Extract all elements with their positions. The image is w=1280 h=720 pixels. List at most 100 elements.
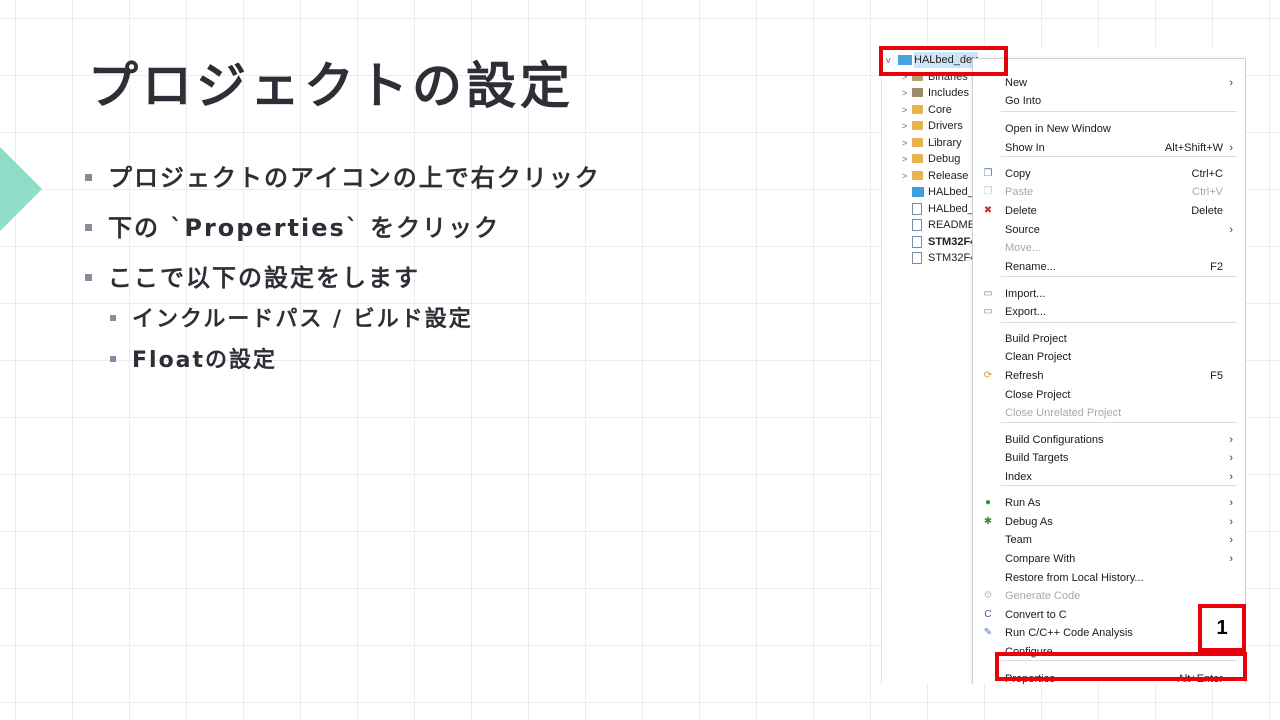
menu-item-generate-code[interactable]: ⚙ Generate Code bbox=[973, 587, 1245, 605]
sub-bullet-2: Floatの設定 bbox=[110, 342, 277, 374]
menu-item-copy[interactable]: ❐ Copy Ctrl+C bbox=[973, 165, 1245, 183]
menu-item-label: Paste bbox=[1005, 186, 1034, 198]
project-highlight-box bbox=[879, 46, 1008, 76]
paste-icon: ❐ bbox=[983, 186, 993, 197]
eclipse-screenshot: v HALbed_dev > Binaries > Includes > Core >… bbox=[881, 48, 1246, 684]
menu-separator bbox=[1001, 485, 1237, 486]
menu-item-build-configurations[interactable]: Build Configurations › bbox=[973, 431, 1245, 449]
menu-item-import[interactable]: ▭ Import... bbox=[973, 285, 1245, 303]
menu-item-label: Source bbox=[1005, 224, 1040, 236]
menu-item-debug-as[interactable]: ✱ Debug As › bbox=[973, 513, 1245, 531]
chevron-right-icon: › bbox=[1229, 142, 1233, 154]
chevron-right-icon: › bbox=[1229, 553, 1233, 565]
bullet-2: 下の `Properties` をクリック bbox=[85, 208, 500, 243]
menu-item-close-project[interactable]: Close Project bbox=[973, 386, 1245, 404]
menu-item-label: Build Targets bbox=[1005, 452, 1069, 464]
chevron-right-icon: › bbox=[1229, 471, 1233, 483]
bullet-3: ここで以下の設定をします bbox=[85, 258, 420, 293]
chevron-right-icon: › bbox=[1229, 452, 1233, 464]
menu-item-refresh[interactable]: ⟳ Refresh F5 bbox=[973, 367, 1245, 385]
menu-separator bbox=[1001, 156, 1237, 157]
menu-item-label: Team bbox=[1005, 534, 1032, 546]
menu-item-label: Go Into bbox=[1005, 95, 1042, 107]
menu-item-delete[interactable]: ✖ Delete Delete bbox=[973, 202, 1245, 220]
menu-item-label: Move... bbox=[1005, 242, 1042, 254]
slide-title: プロジェクトの設定 bbox=[88, 57, 574, 115]
menu-item-build-project[interactable]: Build Project bbox=[973, 330, 1245, 348]
menu-item-index[interactable]: Index › bbox=[973, 468, 1245, 486]
menu-item-label: Import... bbox=[1005, 288, 1046, 300]
menu-item-paste[interactable]: ❐ Paste Ctrl+V bbox=[973, 183, 1245, 201]
includes-icon bbox=[912, 88, 923, 97]
menu-item-team[interactable]: Team › bbox=[973, 531, 1245, 549]
menu-item-build-targets[interactable]: Build Targets › bbox=[973, 449, 1245, 467]
menu-item-label: Index bbox=[1005, 471, 1032, 483]
menu-item-shortcut: Ctrl+V bbox=[1192, 186, 1223, 198]
context-menu: New › Go Into Open in New Window Show In Alt+… bbox=[972, 58, 1246, 684]
mx-file-icon bbox=[912, 187, 924, 197]
menu-item-rename[interactable]: Rename... F2 bbox=[973, 258, 1245, 276]
menu-item-show-in[interactable]: Show In Alt+Shift+W › bbox=[973, 139, 1245, 157]
menu-item-close-unrelated-project[interactable]: Close Unrelated Project bbox=[973, 404, 1245, 422]
chevron-right-icon: › bbox=[1229, 434, 1233, 446]
chevron-right-icon: › bbox=[1229, 77, 1233, 89]
menu-item-label: Build Configurations bbox=[1005, 434, 1104, 446]
step-badge: 1 bbox=[1198, 604, 1246, 652]
menu-item-label: Refresh bbox=[1005, 370, 1044, 382]
chevron-right-icon: › bbox=[1229, 497, 1233, 509]
menu-item-move[interactable]: Move... bbox=[973, 239, 1245, 257]
copy-icon: ❐ bbox=[983, 168, 993, 179]
refresh-icon: ⟳ bbox=[983, 370, 993, 381]
menu-item-export[interactable]: ▭ Export... bbox=[973, 303, 1245, 321]
menu-item-source[interactable]: Source › bbox=[973, 221, 1245, 239]
menu-item-label: New bbox=[1005, 77, 1028, 89]
menu-item-label: Delete bbox=[1005, 205, 1037, 217]
run-icon: ● bbox=[984, 497, 992, 508]
file-icon bbox=[912, 219, 922, 231]
chevron-right-icon: › bbox=[1229, 534, 1233, 546]
menu-item-new[interactable]: New › bbox=[973, 74, 1245, 92]
generate-icon: ⚙ bbox=[983, 590, 993, 601]
debug-icon: ✱ bbox=[983, 516, 993, 527]
menu-item-label: Export... bbox=[1005, 306, 1046, 318]
menu-item-label: Run C/C++ Code Analysis bbox=[1005, 627, 1133, 639]
bullet-1: プロジェクトのアイコンの上で右クリック bbox=[85, 158, 601, 193]
menu-item-label: Open in New Window bbox=[1005, 123, 1111, 135]
folder-icon bbox=[912, 121, 923, 130]
folder-icon bbox=[912, 138, 923, 147]
accent-triangle bbox=[0, 147, 42, 231]
menu-item-label: Run As bbox=[1005, 497, 1041, 509]
analysis-icon: ✎ bbox=[983, 627, 993, 638]
menu-item-label: Compare With bbox=[1005, 553, 1076, 565]
menu-separator bbox=[1001, 322, 1237, 323]
chevron-right-icon: › bbox=[1229, 516, 1233, 528]
delete-icon: ✖ bbox=[983, 205, 993, 216]
chevron-right-icon: › bbox=[1229, 224, 1233, 236]
file-icon bbox=[912, 236, 922, 248]
menu-separator bbox=[1001, 422, 1237, 423]
menu-separator bbox=[1001, 111, 1237, 112]
menu-separator bbox=[1001, 276, 1237, 277]
menu-item-shortcut: Delete bbox=[1191, 205, 1223, 217]
menu-item-clean-project[interactable]: Clean Project bbox=[973, 348, 1245, 366]
menu-item-run-as[interactable]: ● Run As › bbox=[973, 494, 1245, 512]
menu-item-open-in-new-window[interactable]: Open in New Window bbox=[973, 120, 1245, 138]
menu-item-compare-with[interactable]: Compare With › bbox=[973, 550, 1245, 568]
menu-item-label: Close Unrelated Project bbox=[1005, 407, 1122, 419]
menu-item-shortcut: Ctrl+C bbox=[1191, 168, 1223, 180]
menu-item-label: Show In bbox=[1005, 142, 1045, 154]
file-icon bbox=[912, 203, 922, 215]
import-icon: ▭ bbox=[983, 288, 993, 299]
menu-item-label: Clean Project bbox=[1005, 351, 1072, 363]
menu-item-restore-from-local-history[interactable]: Restore from Local History... bbox=[973, 569, 1245, 587]
menu-item-go-into[interactable]: Go Into bbox=[973, 92, 1245, 110]
menu-item-label: Debug As bbox=[1005, 516, 1053, 528]
menu-item-shortcut: F2 bbox=[1210, 261, 1223, 273]
sub-bullet-1: インクルードパス / ビルド設定 bbox=[110, 301, 473, 333]
menu-item-label: Restore from Local History... bbox=[1005, 572, 1144, 584]
menu-item-label: Copy bbox=[1005, 168, 1031, 180]
export-icon: ▭ bbox=[983, 306, 993, 317]
menu-item-label: Build Project bbox=[1005, 333, 1067, 345]
menu-item-shortcut: Alt+Shift+W bbox=[1164, 142, 1223, 154]
menu-item-shortcut: F5 bbox=[1210, 370, 1223, 382]
